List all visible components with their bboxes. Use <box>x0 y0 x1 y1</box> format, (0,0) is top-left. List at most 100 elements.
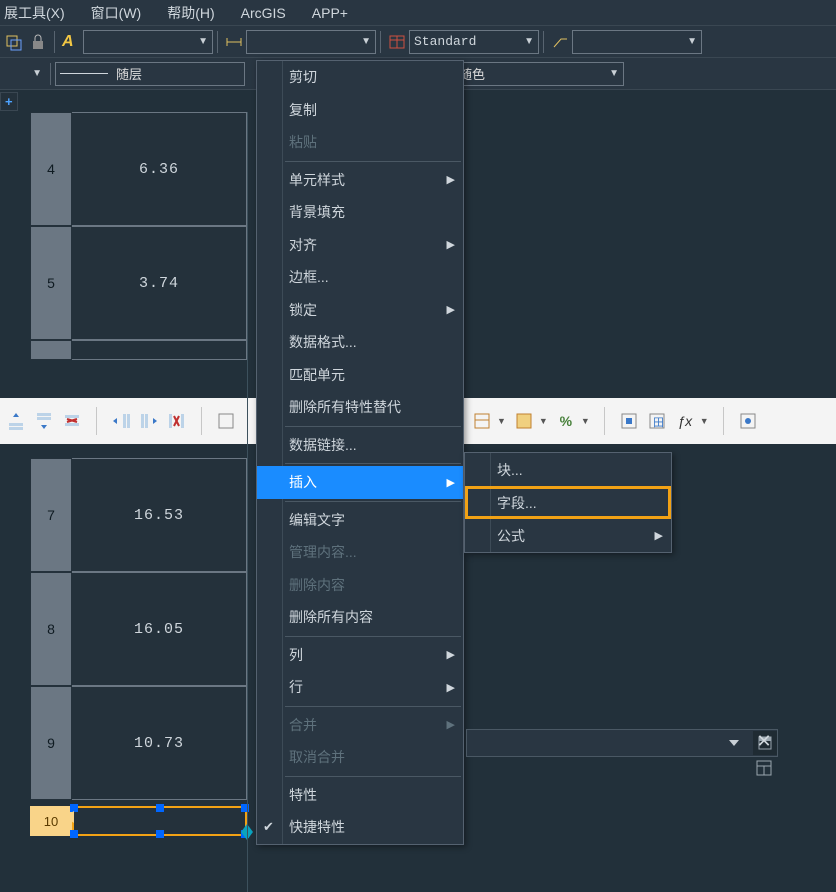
dropdown-icon[interactable] <box>729 740 739 746</box>
table-cell[interactable]: 3.74 <box>72 226 247 340</box>
row-header[interactable]: 4 <box>30 112 72 226</box>
dropdown-icon[interactable]: ▼ <box>539 416 548 426</box>
add-tab-button[interactable]: + <box>0 92 18 111</box>
menu-item-arcgis[interactable]: ArcGIS <box>241 5 286 21</box>
menu-separator <box>285 776 461 777</box>
formula-icon[interactable]: ƒx <box>675 410 695 432</box>
row-header[interactable]: 5 <box>30 226 72 340</box>
ctx-label: 单元样式 <box>289 170 345 190</box>
table-style-icon[interactable] <box>388 33 406 51</box>
toolbar-separator <box>543 31 544 53</box>
row-header[interactable]: 9 <box>30 686 72 800</box>
ctx-match-cell[interactable]: 匹配单元 <box>257 359 463 392</box>
table-cell[interactable]: 16.53 <box>72 458 247 572</box>
dropdown-icon: ▼ <box>687 36 697 47</box>
sub-insert-formula[interactable]: 公式▶ <box>465 519 671 552</box>
quick-properties-panel-header[interactable] <box>466 729 778 757</box>
text-style-combo[interactable]: ▼ <box>83 30 213 54</box>
toolbar-separator <box>50 63 51 85</box>
ctx-properties[interactable]: 特性 <box>257 779 463 812</box>
resize-handle[interactable] <box>70 830 78 838</box>
ctx-manage-content: 管理内容... <box>257 536 463 569</box>
resize-handle[interactable] <box>156 830 164 838</box>
insert-col-right-icon[interactable] <box>139 410 159 432</box>
ctx-data-link[interactable]: 数据链接... <box>257 429 463 462</box>
panel-customize-icon[interactable] <box>752 756 776 780</box>
ctx-cell-style[interactable]: 单元样式 ▶ <box>257 164 463 197</box>
menu-item-help[interactable]: 帮助(H) <box>167 3 214 23</box>
toolbar-separator <box>380 31 381 53</box>
ctx-edit-text[interactable]: 编辑文字 <box>257 504 463 537</box>
submenu-arrow-icon: ▶ <box>447 173 455 186</box>
toolbar-separator <box>96 407 97 435</box>
menu-item-window[interactable]: 窗口(W) <box>91 3 142 23</box>
row-header[interactable]: 7 <box>30 458 72 572</box>
ctx-label: 编辑文字 <box>289 510 345 530</box>
submenu-arrow-icon: ▶ <box>447 238 455 251</box>
percent-icon[interactable]: % <box>556 410 576 432</box>
ctx-quick-properties[interactable]: ✔快捷特性 <box>257 811 463 844</box>
ctx-columns[interactable]: 列▶ <box>257 639 463 672</box>
dim-style-icon[interactable] <box>225 33 243 51</box>
insert-row-below-icon[interactable] <box>34 410 54 432</box>
ctx-delete-all-content[interactable]: 删除所有内容 <box>257 601 463 634</box>
merge-cells-icon[interactable] <box>216 410 236 432</box>
menu-separator <box>285 161 461 162</box>
toolbar-separator <box>723 407 724 435</box>
cell-style-icon[interactable] <box>472 410 492 432</box>
ctx-copy[interactable]: 复制 <box>257 94 463 127</box>
menu-item-tools[interactable]: 展工具(X) <box>4 3 65 23</box>
ctx-label: 粘贴 <box>289 132 317 152</box>
ctx-background-fill[interactable]: 背景填充 <box>257 196 463 229</box>
sub-insert-block[interactable]: 块... <box>465 453 671 486</box>
ctx-cut[interactable]: 剪切 <box>257 61 463 94</box>
unknown-combo[interactable]: ▼ <box>2 62 46 86</box>
submenu-arrow-icon: ▶ <box>447 303 455 316</box>
resize-handle[interactable] <box>156 804 164 812</box>
dropdown-icon[interactable]: ▼ <box>581 416 590 426</box>
ctx-remove-overrides[interactable]: 删除所有特性替代 <box>257 391 463 424</box>
sub-insert-field[interactable]: 字段... <box>465 486 671 519</box>
dropdown-icon[interactable]: ▼ <box>700 416 709 426</box>
dropdown-icon: ▼ <box>361 36 371 47</box>
ctx-rows[interactable]: 行▶ <box>257 671 463 704</box>
ctx-paste: 粘贴 <box>257 126 463 159</box>
delete-col-icon[interactable] <box>167 410 187 432</box>
dropdown-icon[interactable]: ▼ <box>497 416 506 426</box>
dim-style-combo[interactable]: ▼ <box>246 30 376 54</box>
multileader-style-combo[interactable]: ▼ <box>572 30 702 54</box>
multileader-style-icon[interactable] <box>551 33 569 51</box>
table-cell[interactable] <box>72 340 247 360</box>
ctx-insert[interactable]: 插入▶ <box>257 466 463 499</box>
table-cell[interactable]: 6.36 <box>72 112 247 226</box>
data-link-icon[interactable] <box>738 410 758 432</box>
color-combo[interactable]: 随色 ▼ <box>454 62 624 86</box>
dropdown-icon: ▼ <box>524 36 534 47</box>
text-style-icon[interactable]: A <box>62 33 80 51</box>
ctx-lock[interactable]: 锁定▶ <box>257 294 463 327</box>
menu-bar: 展工具(X) 窗口(W) 帮助(H) ArcGIS APP+ <box>0 0 836 26</box>
sub-label: 块... <box>497 460 523 480</box>
cell-bg-icon[interactable] <box>514 410 534 432</box>
insert-row-above-icon[interactable] <box>6 410 26 432</box>
insert-field-icon[interactable]: 田 <box>647 410 667 432</box>
menu-item-appplus[interactable]: APP+ <box>312 5 348 21</box>
ctx-data-format[interactable]: 数据格式... <box>257 326 463 359</box>
row-header[interactable]: 8 <box>30 572 72 686</box>
table-style-combo[interactable]: Standard ▼ <box>409 30 539 54</box>
selected-cell[interactable] <box>72 806 247 836</box>
ctx-alignment[interactable]: 对齐▶ <box>257 229 463 262</box>
delete-row-icon[interactable] <box>62 410 82 432</box>
table-cell[interactable]: 10.73 <box>72 686 247 800</box>
row-header[interactable] <box>30 340 72 360</box>
ctx-label: 特性 <box>289 785 317 805</box>
selected-row[interactable]: 10 <box>30 806 247 836</box>
layer-icon[interactable] <box>5 33 23 51</box>
insert-col-left-icon[interactable] <box>111 410 131 432</box>
insert-block-icon[interactable] <box>619 410 639 432</box>
table-cell[interactable]: 16.05 <box>72 572 247 686</box>
panel-close-button[interactable]: ✕ <box>752 729 776 753</box>
ctx-borders[interactable]: 边框... <box>257 261 463 294</box>
lock-icon[interactable] <box>29 33 47 51</box>
linetype-combo[interactable]: 随层 <box>55 62 245 86</box>
